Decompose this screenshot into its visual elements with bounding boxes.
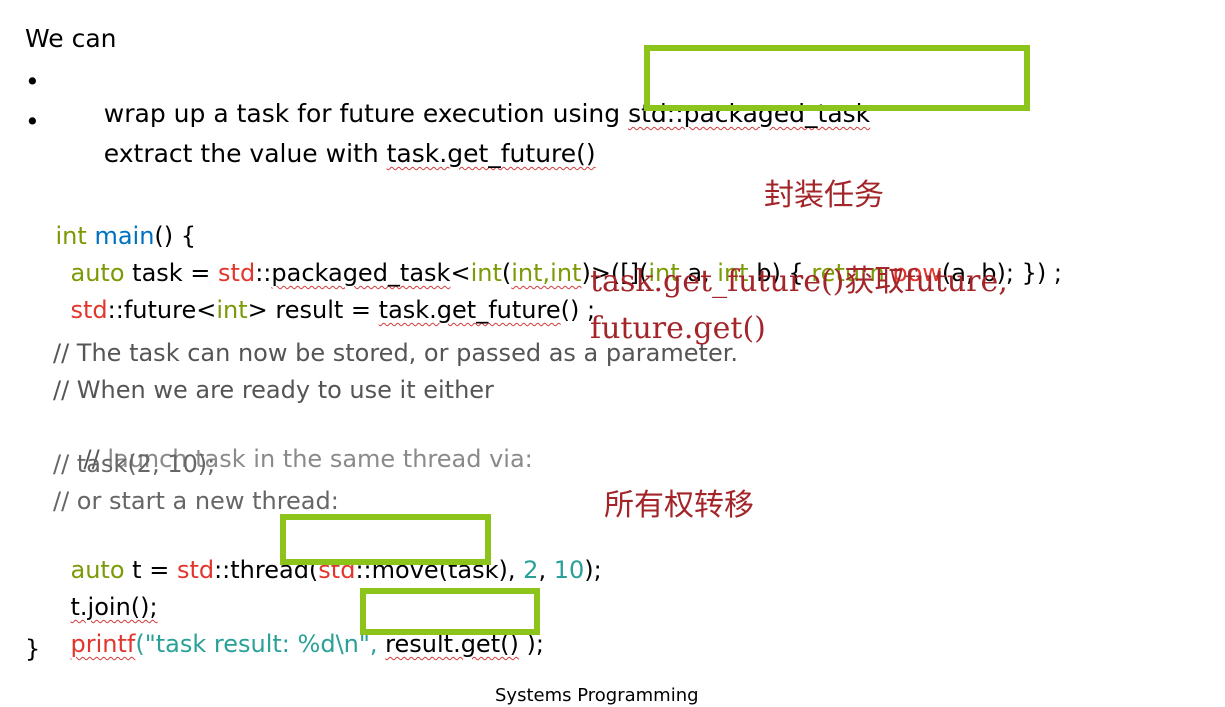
intro-text: We can xyxy=(25,24,117,53)
code-line-close: } xyxy=(25,635,41,663)
code-result-assign: > result = xyxy=(247,296,379,324)
bullet-2-code: task.get_future() xyxy=(386,139,596,168)
code-std-move: std xyxy=(318,556,356,584)
code-move-task: ::move(task) xyxy=(355,556,508,584)
bullet-2-text: extract the value with xyxy=(103,139,387,168)
code-function-printf: printf xyxy=(70,630,136,658)
code-printf-end: ); xyxy=(518,630,544,658)
annotation-ownership: 所有权转移 xyxy=(604,488,754,523)
code-get-future: task.get_future xyxy=(378,296,561,324)
code-line-printf: printf("task result: %d\n", result.get()… xyxy=(40,596,544,692)
annotation-wrap-task: 封装任务 xyxy=(764,178,884,213)
code-future-type: ::future< xyxy=(107,296,217,324)
code-comment-2: // When we are ready to use it either xyxy=(53,376,494,404)
code-std-future: std xyxy=(70,296,108,324)
bullet-marker-2: • xyxy=(25,107,40,136)
code-result-get: result.get() xyxy=(385,630,519,658)
annotation-get-future-1: task.get_future()获取future, xyxy=(590,264,1008,299)
code-number-10: 10 xyxy=(553,556,585,584)
code-std-thread: std xyxy=(176,556,215,584)
code-number-2: 2 xyxy=(523,556,539,584)
footer-title: Systems Programming xyxy=(495,685,699,706)
code-comma-2: , xyxy=(538,556,554,584)
bullet-1-code: std::packaged_task xyxy=(628,99,871,128)
code-comment-4: // task(2, 10); xyxy=(53,450,216,478)
code-thread-open: ::thread( xyxy=(214,556,319,584)
code-printf-string: ("task result: %d\n", xyxy=(135,630,378,658)
code-keyword-int-future: int xyxy=(216,296,248,324)
code-comment-5: // or start a new thread: xyxy=(53,487,339,515)
annotation-get-future-2: future.get() xyxy=(590,311,766,346)
code-thread-end: ); xyxy=(584,556,602,584)
bullet-marker-1: • xyxy=(25,67,40,96)
code-comma: , xyxy=(507,556,524,584)
